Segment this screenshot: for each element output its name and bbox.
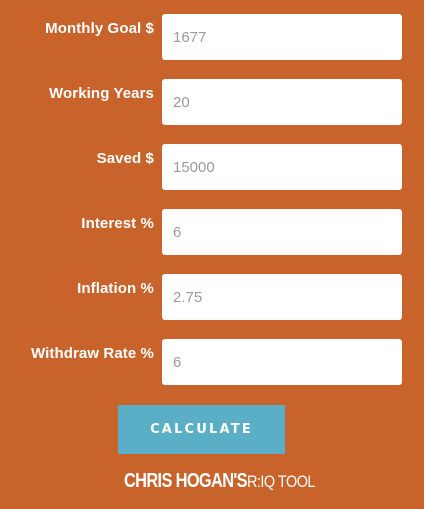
interest-label: Interest % bbox=[81, 215, 154, 232]
inflation-label: Inflation % bbox=[77, 280, 154, 297]
inflation-input[interactable] bbox=[162, 274, 402, 320]
brand-logo: CHRIS HOGAN'SR:IQ TOOL bbox=[0, 470, 424, 493]
monthly-goal-label: Monthly Goal $ bbox=[45, 20, 154, 37]
working-years-input[interactable] bbox=[162, 79, 402, 125]
inflation-row: Inflation % bbox=[0, 274, 424, 320]
withdraw-rate-input[interactable] bbox=[162, 339, 402, 385]
saved-input[interactable] bbox=[162, 144, 402, 190]
interest-input[interactable] bbox=[162, 209, 402, 255]
calculate-button[interactable]: CALCULATE bbox=[118, 405, 285, 454]
interest-row: Interest % bbox=[0, 209, 424, 255]
withdraw-rate-row: Withdraw Rate % bbox=[0, 339, 424, 385]
working-years-label: Working Years bbox=[49, 85, 154, 102]
working-years-row: Working Years bbox=[0, 79, 424, 125]
monthly-goal-input[interactable] bbox=[162, 14, 402, 60]
saved-row: Saved $ bbox=[0, 144, 424, 190]
withdraw-rate-label: Withdraw Rate % bbox=[30, 345, 154, 362]
monthly-goal-row: Monthly Goal $ bbox=[0, 14, 424, 60]
saved-label: Saved $ bbox=[96, 150, 154, 167]
brand-tool: R:IQ TOOL bbox=[246, 472, 315, 491]
brand-name: CHRIS HOGAN'S bbox=[124, 470, 248, 492]
